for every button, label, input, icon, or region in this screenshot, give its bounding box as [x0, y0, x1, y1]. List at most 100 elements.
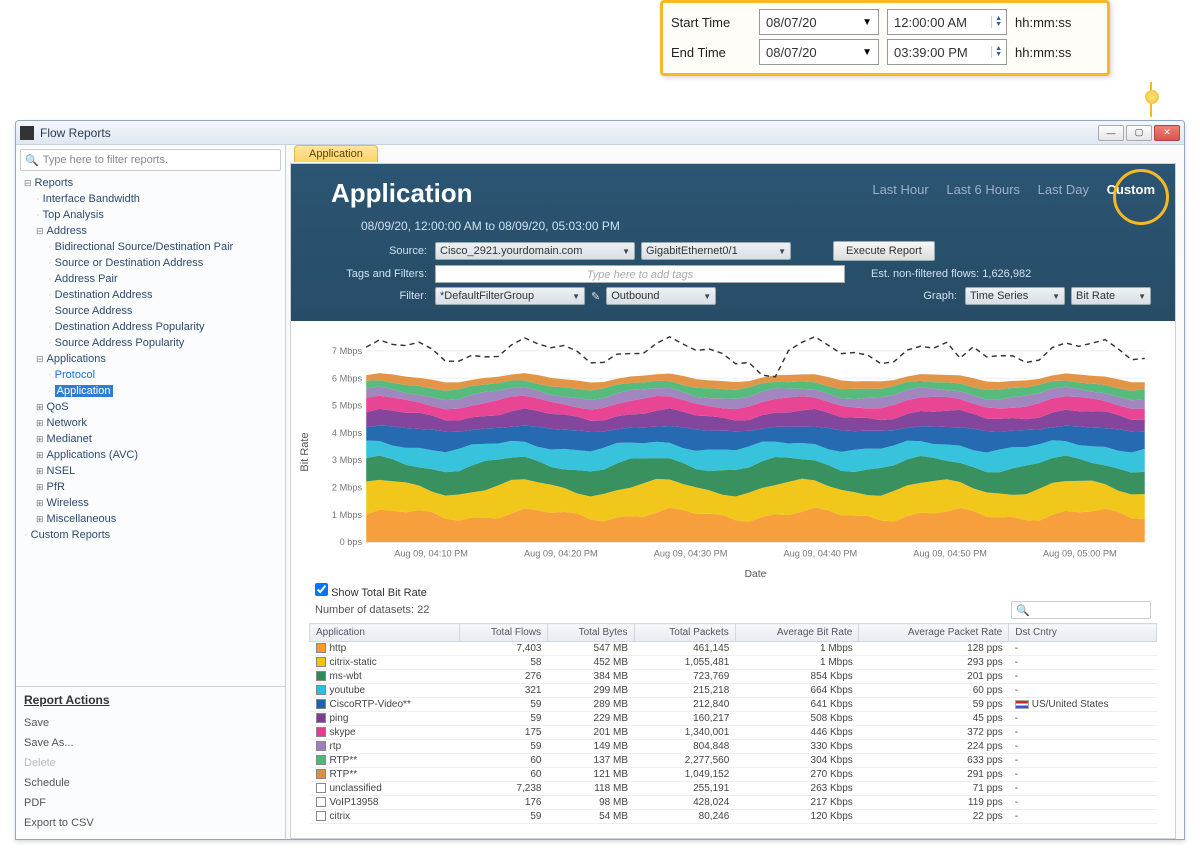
table-row[interactable]: citrix-static58452 MB1,055,4811 Mbps293 …	[310, 656, 1157, 670]
tree-item-protocol[interactable]: Protocol	[55, 369, 95, 381]
tree-item[interactable]: Top Analysis	[43, 209, 104, 221]
filter-group-dropdown[interactable]: *DefaultFilterGroup▼	[435, 287, 585, 305]
tags-label: Tags and Filters:	[331, 268, 429, 280]
tree-item[interactable]: Destination Address Popularity	[55, 321, 205, 333]
tree-item[interactable]: PfR	[47, 481, 65, 493]
col-header[interactable]: Dst Cntry	[1009, 624, 1157, 642]
action-delete[interactable]: Delete	[24, 753, 277, 773]
link-last-6h[interactable]: Last 6 Hours	[946, 182, 1020, 197]
tree-item-custom-reports[interactable]: Custom Reports	[31, 529, 110, 541]
bit-rate-chart: Bit Rate 0 bps1 Mbps2 Mbps3 Mbps4 Mbps5 …	[315, 327, 1155, 577]
col-header[interactable]: Average Bit Rate	[735, 624, 859, 642]
link-last-day[interactable]: Last Day	[1038, 182, 1089, 197]
start-time-label: Start Time	[671, 15, 751, 30]
series-swatch	[316, 643, 326, 653]
tree-item[interactable]: Source Address Popularity	[55, 337, 185, 349]
tree-item[interactable]: Network	[47, 417, 87, 429]
source-interface-dropdown[interactable]: GigabitEthernet0/1▼	[641, 242, 791, 260]
tree-item[interactable]: Source or Destination Address	[55, 257, 204, 269]
report-tree[interactable]: Reports Interface Bandwidth Top Analysis…	[16, 175, 285, 686]
series-swatch	[316, 741, 326, 751]
tree-item[interactable]: Wireless	[47, 497, 89, 509]
action-export-to-csv[interactable]: Export to CSV	[24, 813, 277, 833]
table-row[interactable]: VoIP1395817698 MB428,024217 Kbps119 pps-	[310, 796, 1157, 810]
report-header: Application Last Hour Last 6 Hours Last …	[291, 164, 1175, 321]
tab-application[interactable]: Application	[294, 145, 378, 162]
start-time-input[interactable]: 12:00:00 AM▲▼	[887, 9, 1007, 35]
minimize-button[interactable]: —	[1098, 125, 1124, 141]
series-swatch	[316, 783, 326, 793]
table-row[interactable]: ms-wbt276384 MB723,769854 Kbps201 pps-	[310, 670, 1157, 684]
tree-item-application[interactable]: Application	[55, 385, 113, 397]
time-range-picker: Start Time 08/07/20▼ 12:00:00 AM▲▼ hh:mm…	[660, 0, 1110, 76]
maximize-button[interactable]: ▢	[1126, 125, 1152, 141]
svg-text:3 Mbps: 3 Mbps	[332, 455, 363, 465]
report-area: Application Application Last Hour Last 6…	[286, 145, 1184, 839]
svg-text:4 Mbps: 4 Mbps	[332, 428, 363, 438]
series-swatch	[316, 671, 326, 681]
tags-input[interactable]: Type here to add tags	[435, 265, 845, 283]
report-actions-title: Report Actions	[24, 693, 277, 707]
tree-item[interactable]: Interface Bandwidth	[43, 193, 140, 205]
tree-item-applications[interactable]: Applications	[47, 353, 106, 365]
window-titlebar[interactable]: Flow Reports — ▢ ✕	[16, 121, 1184, 145]
col-header[interactable]: Total Packets	[634, 624, 735, 642]
application-table[interactable]: ApplicationTotal FlowsTotal BytesTotal P…	[309, 623, 1157, 824]
action-pdf[interactable]: PDF	[24, 793, 277, 813]
tree-item[interactable]: Applications (AVC)	[47, 449, 139, 461]
start-date-input[interactable]: 08/07/20▼	[759, 9, 879, 35]
svg-text:Aug 09, 04:20 PM: Aug 09, 04:20 PM	[524, 548, 598, 558]
report-filter-input[interactable]: 🔍 Type here to filter reports.	[20, 149, 281, 171]
series-swatch	[316, 713, 326, 723]
series-swatch	[316, 685, 326, 695]
direction-dropdown[interactable]: Outbound▼	[606, 287, 716, 305]
table-row[interactable]: http7,403547 MB461,1451 Mbps128 pps-	[310, 642, 1157, 656]
tree-item[interactable]: Bidirectional Source/Destination Pair	[55, 241, 234, 253]
tree-item[interactable]: Address Pair	[55, 273, 118, 285]
table-row[interactable]: ping59229 MB160,217508 Kbps45 pps-	[310, 712, 1157, 726]
tree-item[interactable]: Source Address	[55, 305, 133, 317]
time-format-hint: hh:mm:ss	[1015, 15, 1071, 30]
series-swatch	[316, 797, 326, 807]
annotation-dot	[1145, 90, 1159, 104]
link-last-hour[interactable]: Last Hour	[872, 182, 928, 197]
dataset-search[interactable]: 🔍	[1011, 601, 1151, 619]
tree-item-address[interactable]: Address	[47, 225, 87, 237]
source-device-dropdown[interactable]: Cisco_2921.yourdomain.com▼	[435, 242, 635, 260]
close-button[interactable]: ✕	[1154, 125, 1180, 141]
spinner-icon[interactable]: ▲▼	[991, 46, 1002, 58]
table-row[interactable]: skype175201 MB1,340,001446 Kbps372 pps-	[310, 726, 1157, 740]
action-save[interactable]: Save	[24, 713, 277, 733]
action-save-as-[interactable]: Save As...	[24, 733, 277, 753]
col-header[interactable]: Application	[310, 624, 460, 642]
graph-metric-dropdown[interactable]: Bit Rate▼	[1071, 287, 1151, 305]
table-row[interactable]: rtp59149 MB804,848330 Kbps224 pps-	[310, 740, 1157, 754]
series-swatch	[316, 811, 326, 821]
end-time-input[interactable]: 03:39:00 PM▲▼	[887, 39, 1007, 65]
table-row[interactable]: youtube321299 MB215,218664 Kbps60 pps-	[310, 684, 1157, 698]
filter-edit-icon[interactable]: ✎	[591, 290, 600, 303]
show-total-checkbox[interactable]: Show Total Bit Rate	[315, 583, 1175, 599]
col-header[interactable]: Total Bytes	[548, 624, 635, 642]
tree-item[interactable]: Destination Address	[55, 289, 153, 301]
table-row[interactable]: citrix5954 MB80,246120 Kbps22 pps-	[310, 810, 1157, 824]
execute-report-button[interactable]: Execute Report	[833, 241, 935, 261]
link-custom[interactable]: Custom	[1107, 182, 1155, 197]
tree-item[interactable]: Medianet	[47, 433, 92, 445]
action-schedule[interactable]: Schedule	[24, 773, 277, 793]
tree-item[interactable]: NSEL	[47, 465, 76, 477]
col-header[interactable]: Average Packet Rate	[859, 624, 1009, 642]
col-header[interactable]: Total Flows	[459, 624, 547, 642]
window-title: Flow Reports	[40, 126, 111, 140]
table-row[interactable]: CiscoRTP-Video**59289 MB212,840641 Kbps5…	[310, 698, 1157, 712]
tree-root[interactable]: Reports	[35, 177, 74, 189]
table-row[interactable]: RTP**60121 MB1,049,152270 Kbps291 pps-	[310, 768, 1157, 782]
tree-item[interactable]: Miscellaneous	[47, 513, 117, 525]
graph-type-dropdown[interactable]: Time Series▼	[965, 287, 1065, 305]
table-row[interactable]: unclassified7,238118 MB255,191263 Kbps71…	[310, 782, 1157, 796]
tree-item[interactable]: QoS	[47, 401, 69, 413]
table-row[interactable]: RTP**60137 MB2,277,560304 Kbps633 pps-	[310, 754, 1157, 768]
spinner-icon[interactable]: ▲▼	[991, 16, 1002, 28]
show-total-cb[interactable]	[315, 583, 328, 596]
end-date-input[interactable]: 08/07/20▼	[759, 39, 879, 65]
